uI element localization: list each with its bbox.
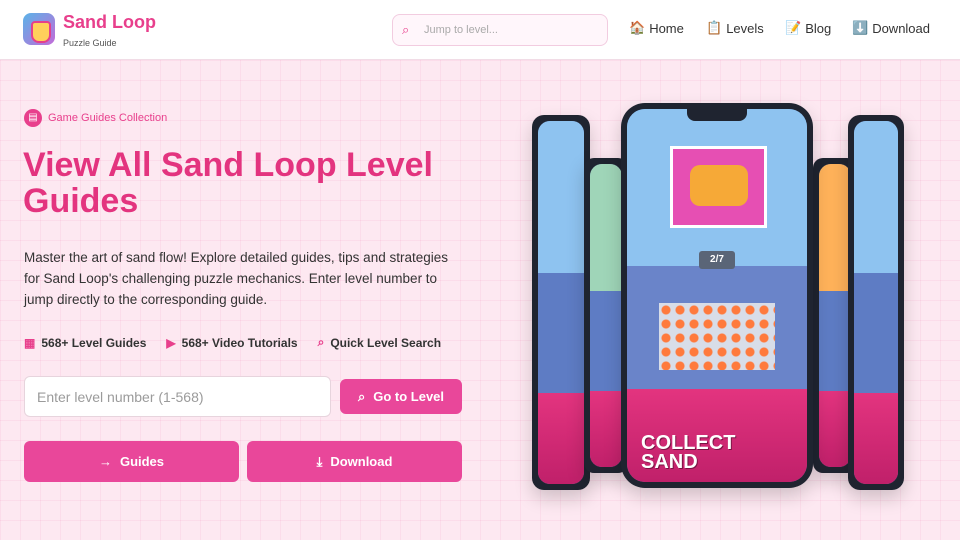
memo-icon: 📝 <box>785 20 802 35</box>
download-arrow-icon: ⬇️ <box>852 20 869 35</box>
brand-title[interactable]: Sand Loop <box>63 12 156 32</box>
feature-video-tutorials: ▶ 568+ Video Tutorials <box>166 335 297 350</box>
feature-label: 568+ Video Tutorials <box>181 335 298 350</box>
notebook-icon: 📋 <box>706 20 723 35</box>
brand-subtitle: Puzzle Guide <box>63 38 117 48</box>
site-header: Sand Loop Puzzle Guide ⌕ 🏠 Home 📋 Levels… <box>0 0 960 60</box>
page-title: View All Sand Loop Level Guides <box>23 146 433 220</box>
nav-levels-label: Levels <box>726 20 764 36</box>
calendar-icon: ▦ <box>24 335 36 350</box>
jump-to-level-input[interactable] <box>424 24 604 36</box>
level-progress-counter: 2/7 <box>699 250 735 269</box>
nav-home-label: Home <box>649 20 684 36</box>
hero-description: Master the art of sand flow! Explore det… <box>24 250 448 307</box>
nav-download-label: Download <box>872 20 931 36</box>
phone-mockup-left-outer <box>532 115 590 490</box>
nav-blog[interactable]: 📝 Blog <box>785 20 831 36</box>
feature-label: Quick Level Search <box>330 335 442 350</box>
collection-pill: ▤ Game Guides Collection <box>24 109 167 127</box>
pill-label: Game Guides Collection <box>48 112 168 124</box>
sand-grid <box>659 302 775 371</box>
go-to-level-label: Go to Level <box>373 389 445 404</box>
search-icon: ⌕ <box>402 22 410 37</box>
phone-mockup-right-outer <box>848 115 904 490</box>
promo-banner-text: COLLECT SAND <box>641 432 736 473</box>
arrow-right-icon: → <box>98 454 112 469</box>
feature-level-guides: ▦ 568+ Level Guides <box>24 335 146 350</box>
feature-quick-search: ⌕ Quick Level Search <box>318 335 441 350</box>
download-label: Download <box>330 454 393 469</box>
nav-home[interactable]: 🏠 Home <box>629 20 684 36</box>
brand[interactable]: Sand Loop Puzzle Guide <box>63 12 156 48</box>
nav-blog-label: Blog <box>805 20 832 36</box>
nav-download[interactable]: ⬇️ Download <box>852 20 930 36</box>
pixel-art-image <box>670 146 768 229</box>
jump-search[interactable]: ⌕ <box>392 14 608 46</box>
search-icon: ⌕ <box>317 335 325 349</box>
guides-label: Guides <box>119 454 165 469</box>
feature-label: 568+ Level Guides <box>41 335 147 350</box>
download-button[interactable]: ⤓ Download <box>247 441 462 482</box>
nav-levels[interactable]: 📋 Levels <box>706 20 764 36</box>
layout-icon: ▤ <box>24 109 42 127</box>
feature-list: ▦ 568+ Level Guides ▶ 568+ Video Tutoria… <box>24 335 461 350</box>
phone-mockup-center: 2/7 COLLECT SAND <box>621 103 813 488</box>
logo-icon[interactable] <box>23 13 55 45</box>
search-icon: ⌕ <box>357 388 366 404</box>
level-number-input[interactable] <box>24 376 331 417</box>
phone-notch <box>687 109 747 121</box>
house-icon: 🏠 <box>629 20 646 35</box>
go-to-level-button[interactable]: ⌕ Go to Level <box>340 379 462 414</box>
guides-button[interactable]: → Guides <box>24 441 239 482</box>
download-icon: ⤓ <box>316 453 323 469</box>
play-icon: ▶ <box>166 335 176 350</box>
